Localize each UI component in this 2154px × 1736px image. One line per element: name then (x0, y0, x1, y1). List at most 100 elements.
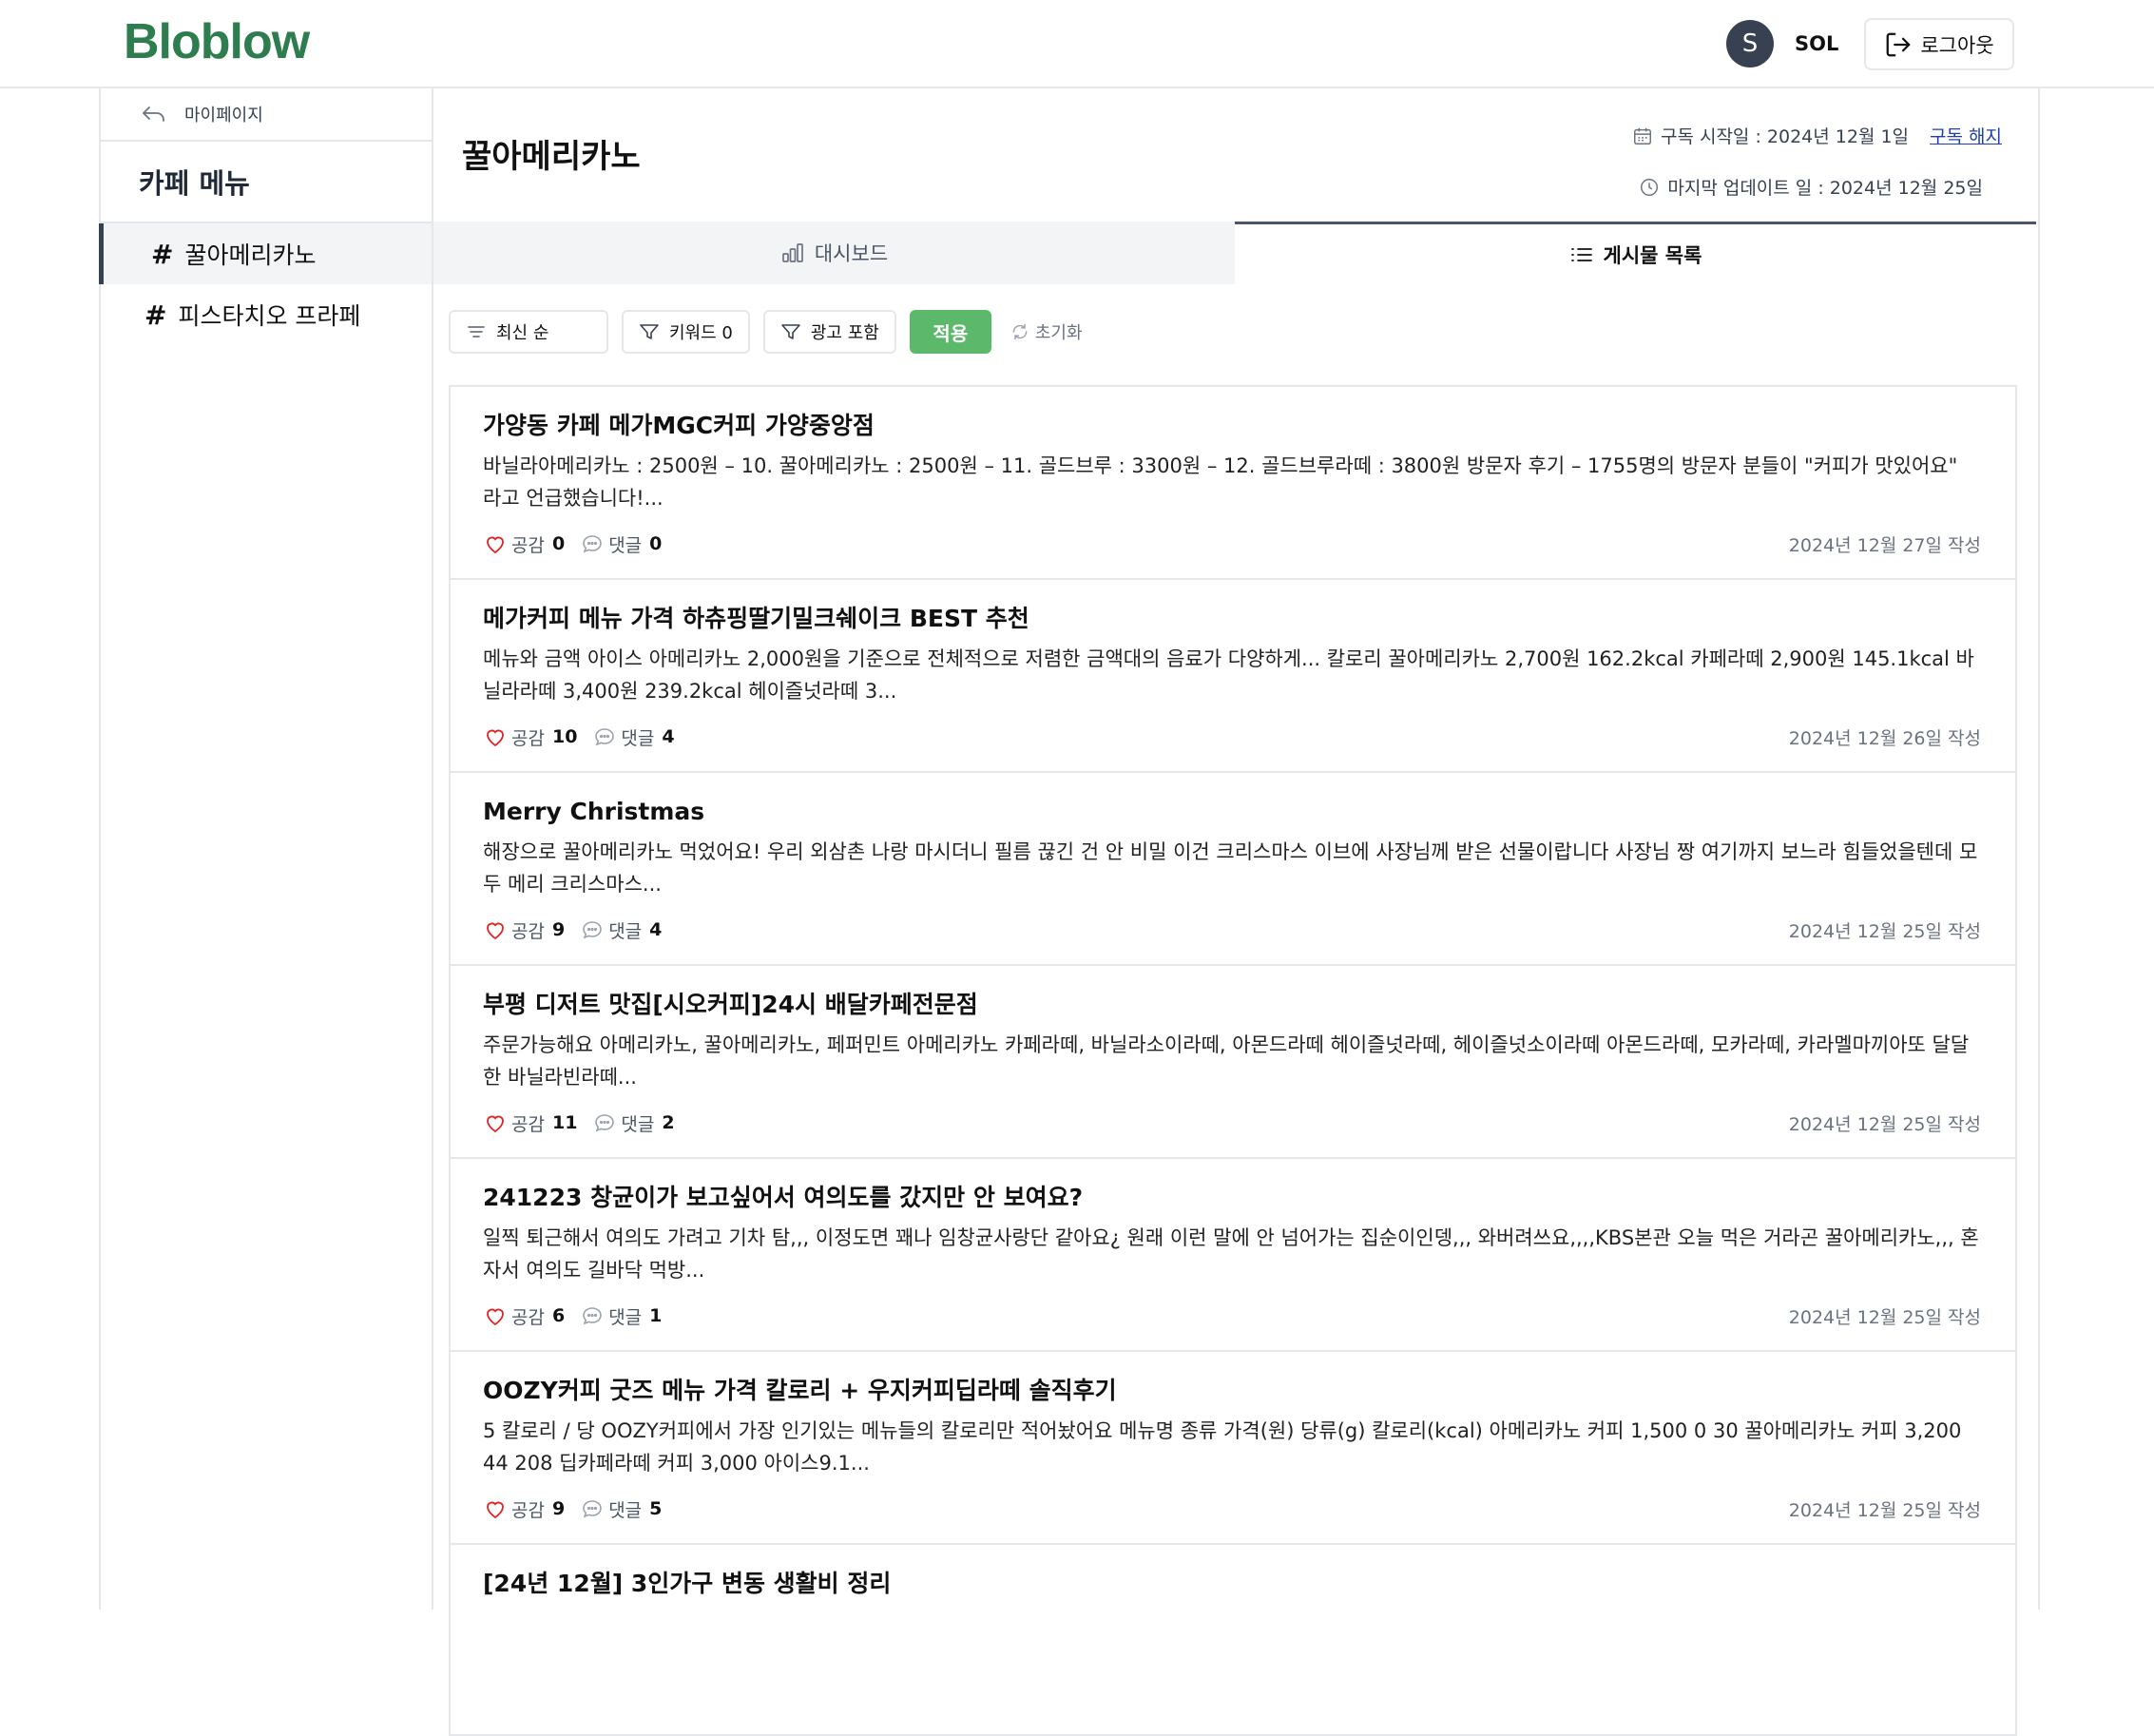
comment-value: 4 (662, 726, 675, 747)
like-count: 공감 11 (483, 1110, 577, 1136)
like-label: 공감 (511, 534, 545, 556)
post-excerpt: 주문가능해요 아메리카노, 꿀아메리카노, 페퍼민트 아메리카노 카페라떼, 바… (483, 1033, 1970, 1089)
reset-label: 초기화 (1034, 323, 1083, 343)
comment-count: 댓글 2 (592, 1110, 675, 1136)
calendar-icon (1633, 127, 1651, 145)
comment-label: 댓글 (621, 727, 655, 749)
post-excerpt: 5 칼로리 / 당 OOZY커피에서 가장 인기있는 메뉴들의 칼로리만 적어놨… (483, 1419, 1962, 1475)
unsubscribe-link[interactable]: 구독 해지 (1930, 123, 2002, 148)
comment-icon (583, 1500, 603, 1518)
post-title[interactable]: 가양동 카페 메가MGC커피 가양중앙점 (483, 408, 1981, 444)
like-count: 공감 0 (483, 531, 565, 557)
update-info: 마지막 업데이트 일 : 2024년 12월 25일 (1639, 174, 1983, 200)
like-value: 9 (551, 919, 566, 940)
filter-icon (640, 324, 659, 339)
like-count: 공감 10 (483, 724, 577, 750)
like-label: 공감 (511, 1113, 545, 1135)
post-card[interactable]: 241223 창균이가 보고싶어서 여의도를 갔지만 안 보여요? 일찍 퇴근해… (449, 1157, 2017, 1350)
like-value: 11 (551, 1112, 578, 1133)
heart-icon (487, 1115, 504, 1133)
sort-icon (468, 326, 485, 338)
post-title[interactable]: 부평 디저트 맛집[시오커피]24시 배달카페전문점 (483, 987, 1981, 1023)
sidebar: 마이페이지 카페 메뉴 # 꿀아메리카노 # 피스타치오 프라페 (99, 88, 433, 1610)
like-count: 공감 9 (483, 917, 565, 943)
ad-filter-label: 광고 포함 (810, 323, 879, 343)
sidebar-title: 카페 메뉴 (99, 142, 432, 223)
page-title: 꿀아메리카노 (462, 138, 641, 176)
user-profile[interactable]: S SOL (1726, 20, 1838, 68)
logout-button[interactable]: 로그아웃 (1864, 18, 2014, 70)
logo[interactable]: Bloblow (124, 13, 310, 70)
post-footer: 공감 9 댓글 5 2024년 12월 25일 작성 (483, 1495, 1981, 1523)
post-card[interactable]: Merry Christmas 해장으로 꿀아메리카노 먹었어요! 우리 외삼촌… (449, 771, 2017, 964)
subscribe-info: 구독 시작일 : 2024년 12월 1일 구독 해지 (1632, 123, 2002, 148)
apply-button[interactable]: 적용 (909, 310, 991, 354)
subscribe-start-date: 구독 시작일 : 2024년 12월 1일 (1660, 126, 1910, 147)
post-excerpt: 일찍 퇴근해서 여의도 가려고 기차 탐,,, 이정도면 꽤나 임창균사랑단 같… (483, 1226, 1979, 1282)
comment-label: 댓글 (608, 1306, 643, 1328)
logout-icon (1886, 32, 1911, 56)
post-title[interactable]: OOZY커피 굿즈 메뉴 가격 칼로리 + 우지커피딥라떼 솔직후기 (483, 1373, 1981, 1409)
refresh-icon (1012, 323, 1028, 340)
comment-icon (583, 1307, 603, 1325)
post-card[interactable]: [24년 12월] 3인가구 변동 생활비 정리 (449, 1543, 2017, 1736)
like-count: 공감 9 (483, 1496, 565, 1522)
post-title[interactable]: Merry Christmas (483, 794, 1981, 830)
like-label: 공감 (511, 1499, 545, 1521)
logout-label: 로그아웃 (1920, 33, 1994, 57)
comment-value: 0 (649, 533, 663, 554)
ad-filter-button[interactable]: 광고 포함 (762, 310, 896, 354)
comment-icon (583, 921, 603, 939)
post-card[interactable]: OOZY커피 굿즈 메뉴 가격 칼로리 + 우지커피딥라떼 솔직후기 5 칼로리… (449, 1350, 2017, 1543)
comment-count: 댓글 4 (580, 917, 662, 943)
comment-count: 댓글 4 (592, 724, 675, 750)
comment-label: 댓글 (608, 534, 643, 556)
post-date: 2024년 12월 27일 작성 (1788, 534, 1981, 556)
heart-icon (487, 1308, 504, 1326)
post-title[interactable]: [24년 12월] 3인가구 변동 생활비 정리 (483, 1566, 1981, 1602)
last-update-date: 마지막 업데이트 일 : 2024년 12월 25일 (1667, 178, 1983, 199)
post-card[interactable]: 부평 디저트 맛집[시오커피]24시 배달카페전문점 주문가능해요 아메리카노,… (449, 964, 2017, 1157)
tab-post-list[interactable]: 게시물 목록 (1235, 222, 2036, 284)
post-date: 2024년 12월 25일 작성 (1788, 920, 1981, 942)
hash-icon: # (151, 238, 174, 270)
reset-button[interactable]: 초기화 (1010, 319, 1083, 344)
sidebar-item-honey-americano[interactable]: # 꿀아메리카노 (99, 223, 432, 284)
like-value: 9 (551, 1498, 566, 1519)
back-to-mypage-link[interactable]: 마이페이지 (99, 88, 432, 142)
like-label: 공감 (511, 727, 545, 749)
post-card[interactable]: 메가커피 메뉴 가격 하츄핑딸기밀크쉐이크 BEST 추천 메뉴와 금액 아이스… (449, 578, 2017, 771)
keyword-filter-button[interactable]: 키워드 0 (622, 310, 750, 354)
post-card[interactable]: 가양동 카페 메가MGC커피 가양중앙점 바닐라아메리카노 : 2500원 – … (449, 385, 2017, 578)
hash-icon: # (144, 299, 167, 331)
keyword-filter-label: 키워드 0 (669, 323, 733, 343)
tab-label: 대시보드 (814, 242, 889, 265)
comment-icon (595, 1114, 615, 1132)
top-bar: Bloblow S SOL 로그아웃 (0, 0, 2154, 88)
post-date: 2024년 12월 26일 작성 (1788, 727, 1981, 749)
avatar[interactable]: S (1726, 20, 1774, 68)
filter-icon (781, 324, 800, 339)
like-label: 공감 (511, 1306, 545, 1328)
sidebar-item-label: 꿀아메리카노 (184, 241, 317, 269)
tab-dashboard[interactable]: 대시보드 (433, 222, 1235, 284)
comment-value: 4 (649, 919, 663, 940)
post-title[interactable]: 메가커피 메뉴 가격 하츄핑딸기밀크쉐이크 BEST 추천 (483, 601, 1981, 637)
sort-label: 최신 순 (496, 323, 549, 343)
user-name: SOL (1795, 32, 1839, 55)
bar-chart-icon (782, 243, 803, 262)
comment-count: 댓글 0 (580, 531, 662, 557)
post-footer: 공감 6 댓글 1 2024년 12월 25일 작성 (483, 1302, 1981, 1330)
comment-icon (595, 728, 615, 746)
comment-icon (583, 535, 603, 553)
sidebar-item-label: 피스타치오 프라페 (178, 302, 361, 330)
heart-icon (487, 922, 504, 940)
like-count: 공감 6 (483, 1303, 565, 1329)
sort-dropdown[interactable]: 최신 순 (449, 310, 608, 354)
post-title[interactable]: 241223 창균이가 보고싶어서 여의도를 갔지만 안 보여요? (483, 1180, 1981, 1216)
sidebar-item-pistachio-frappe[interactable]: # 피스타치오 프라페 (99, 284, 432, 345)
like-value: 0 (551, 533, 566, 554)
back-label: 마이페이지 (184, 106, 263, 125)
post-excerpt: 메뉴와 금액 아이스 아메리카노 2,000원을 기준으로 전체적으로 저렴한 … (483, 647, 1974, 703)
post-list: 가양동 카페 메가MGC커피 가양중앙점 바닐라아메리카노 : 2500원 – … (449, 385, 2017, 1736)
